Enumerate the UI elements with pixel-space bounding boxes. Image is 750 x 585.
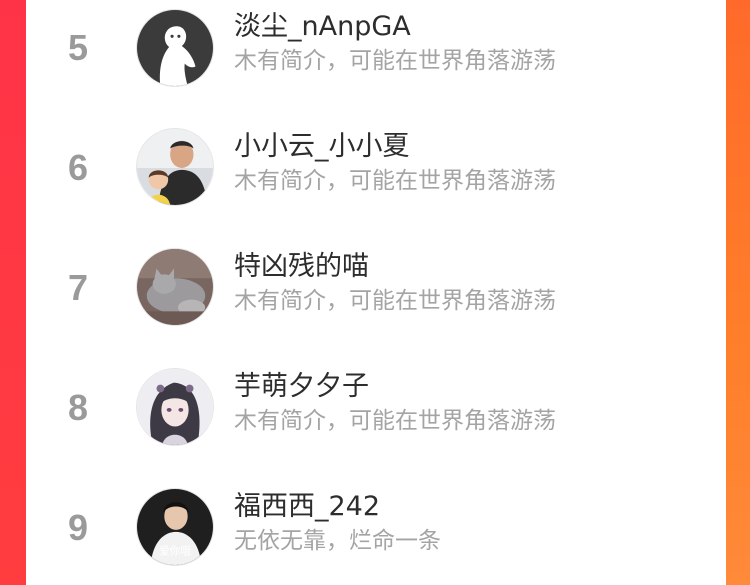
left-gradient-edge [0,0,26,585]
list-item[interactable]: 8 芋萌夕夕子 木有简介，可能在世界角落游荡 [26,360,726,460]
list-item[interactable]: 5 淡尘_nAnpGA 木有简介，可能在世界角落游荡 [26,0,726,100]
user-name[interactable]: 福西西_242 [234,490,380,524]
list-item[interactable]: 9 爱你哦 福西西_242 无依无靠，烂命一条 [26,480,726,580]
right-gradient-edge [726,0,750,585]
user-bio: 木有简介，可能在世界角落游荡 [234,408,556,434]
rank-number: 6 [67,147,89,188]
man-with-child-photo-icon [137,129,213,205]
rank-number: 9 [67,507,89,548]
user-name[interactable]: 小小云_小小夏 [234,130,410,164]
young-man-photo-icon: 爱你哦 [137,489,213,565]
ranking-list: 5 淡尘_nAnpGA 木有简介，可能在世界角落游荡 6 小小云_小小夏 木有简… [26,0,726,585]
avatar[interactable]: 爱你哦 [136,488,214,566]
avatar[interactable] [136,368,214,446]
default-ghost-avatar-icon [137,10,213,86]
user-bio: 木有简介，可能在世界角落游荡 [234,288,556,314]
user-name[interactable]: 淡尘_nAnpGA [234,10,411,44]
rank-number: 7 [67,267,89,308]
avatar[interactable] [136,128,214,206]
rank-number: 8 [67,387,89,428]
rank-number: 5 [67,27,89,68]
list-item[interactable]: 6 小小云_小小夏 木有简介，可能在世界角落游荡 [26,120,726,220]
user-bio: 无依无靠，烂命一条 [234,528,441,554]
avatar[interactable] [136,248,214,326]
user-name[interactable]: 特凶残的喵 [234,250,369,284]
user-name[interactable]: 芋萌夕夕子 [234,370,369,404]
anime-girl-drawing-icon [137,369,213,445]
gray-cat-photo-icon [137,249,213,325]
user-bio: 木有简介，可能在世界角落游荡 [234,48,556,74]
avatar[interactable] [136,9,214,87]
list-item[interactable]: 7 特凶残的喵 木有简介，可能在世界角落游荡 [26,240,726,340]
user-bio: 木有简介，可能在世界角落游荡 [234,168,556,194]
avatar-caption: 爱你哦 [159,544,191,557]
